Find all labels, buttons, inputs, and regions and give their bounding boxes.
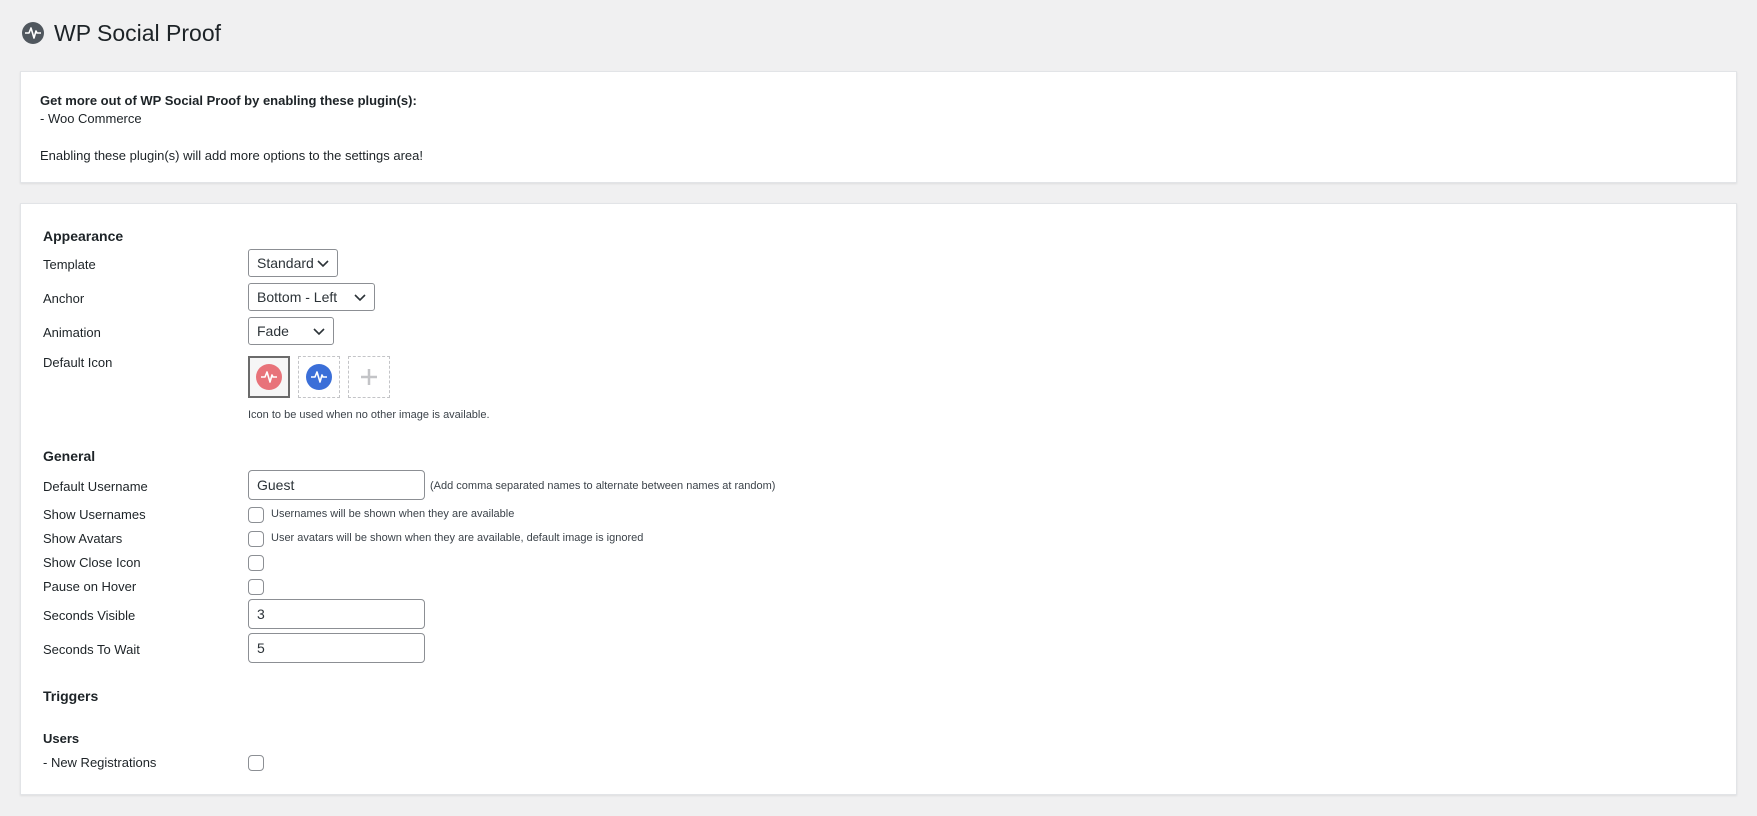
chevron-down-icon (354, 294, 366, 302)
template-select[interactable]: Standard (248, 249, 338, 277)
default-username-input[interactable]: Guest (248, 470, 425, 500)
plus-icon (361, 369, 377, 385)
show-avatars-label: Show Avatars (43, 531, 123, 546)
template-label: Template (43, 257, 96, 272)
plugin-notice: Get more out of WP Social Proof by enabl… (20, 71, 1737, 183)
show-usernames-checkbox[interactable] (248, 507, 264, 523)
default-username-label: Default Username (43, 479, 148, 494)
show-close-icon-checkbox[interactable] (248, 555, 264, 571)
icon-option-red[interactable] (248, 356, 290, 398)
new-registrations-label: - New Registrations (43, 755, 157, 770)
default-username-hint: (Add comma separated names to alternate … (430, 480, 776, 492)
page-title: WP Social Proof (54, 19, 222, 46)
appearance-heading: Appearance (43, 228, 124, 244)
show-avatars-desc: User avatars will be shown when they are… (271, 532, 644, 544)
settings-panel: Appearance Template Standard Anchor Bott… (20, 203, 1737, 795)
show-close-icon-label: Show Close Icon (43, 555, 141, 570)
template-select-value: Standard (257, 255, 314, 271)
triggers-heading: Triggers (43, 688, 99, 704)
pause-on-hover-checkbox[interactable] (248, 579, 264, 595)
show-usernames-label: Show Usernames (43, 507, 146, 522)
anchor-label: Anchor (43, 291, 85, 306)
default-icon-label: Default Icon (43, 355, 113, 370)
general-heading: General (43, 448, 96, 464)
anchor-select-value: Bottom - Left (257, 289, 338, 305)
notice-plugin-item: - Woo Commerce (40, 111, 142, 126)
chevron-down-icon (317, 260, 329, 268)
animation-select[interactable]: Fade (248, 317, 334, 345)
animation-select-value: Fade (257, 323, 289, 339)
new-registrations-checkbox[interactable] (248, 755, 264, 771)
pause-on-hover-label: Pause on Hover (43, 579, 137, 594)
users-heading: Users (43, 731, 80, 746)
seconds-to-wait-input[interactable]: 5 (248, 633, 425, 663)
page-header: WP Social Proof (22, 16, 221, 50)
blue-pulse-icon (306, 364, 332, 390)
anchor-select[interactable]: Bottom - Left (248, 283, 375, 311)
red-pulse-icon (256, 364, 282, 390)
default-icon-hint: Icon to be used when no other image is a… (248, 409, 490, 421)
animation-label: Animation (43, 325, 101, 340)
seconds-visible-input[interactable]: 3 (248, 599, 425, 629)
notice-title: Get more out of WP Social Proof by enabl… (40, 93, 417, 108)
notice-footer: Enabling these plugin(s) will add more o… (40, 148, 423, 163)
show-avatars-checkbox[interactable] (248, 531, 264, 547)
icon-option-blue[interactable] (298, 356, 340, 398)
add-icon-button[interactable] (348, 356, 390, 398)
chevron-down-icon (313, 328, 325, 336)
seconds-to-wait-label: Seconds To Wait (43, 642, 140, 657)
pulse-icon (22, 22, 44, 44)
show-usernames-desc: Usernames will be shown when they are av… (271, 508, 515, 520)
seconds-visible-label: Seconds Visible (43, 608, 136, 623)
